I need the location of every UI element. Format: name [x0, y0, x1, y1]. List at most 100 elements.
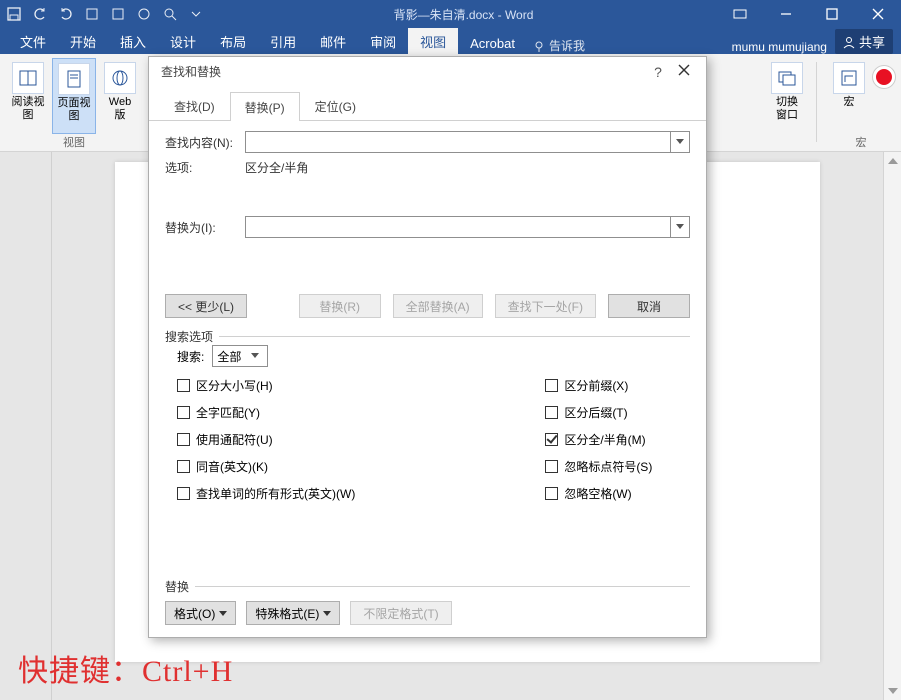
tab-review[interactable]: 审阅 [358, 28, 408, 54]
print-layout-button[interactable]: 页面视图 [52, 58, 96, 134]
read-mode-icon [12, 62, 44, 94]
search-direction-label: 搜索: [177, 348, 204, 365]
check-match-prefix[interactable]: 区分前缀(X) [545, 377, 652, 394]
document-title: 背影—朱自清.docx - Word [210, 6, 717, 23]
tab-layout[interactable]: 布局 [208, 28, 258, 54]
dialog-help-button[interactable]: ? [646, 64, 670, 80]
dialog-close-button[interactable] [670, 63, 698, 80]
search-options-legend: 搜索选项 [165, 328, 219, 345]
less-button[interactable]: << 更少(L) [165, 294, 247, 318]
switch-windows-label: 切换窗口 [772, 96, 802, 122]
web-layout-button[interactable]: Web 版 [98, 58, 142, 134]
web-layout-icon [104, 62, 136, 94]
check-ignore-whitespace[interactable]: 忽略空格(W) [545, 485, 652, 502]
ribbon-tabs: 文件 开始 插入 设计 布局 引用 邮件 审阅 视图 Acrobat 告诉我 m… [0, 28, 901, 54]
group-label-views: 视图 [63, 134, 85, 152]
tab-home[interactable]: 开始 [58, 28, 108, 54]
replace-format-legend: 替换 [165, 578, 195, 595]
tell-me[interactable]: 告诉我 [533, 37, 585, 54]
switch-windows-icon [771, 62, 803, 94]
maximize-button[interactable] [809, 0, 855, 28]
qat-icon-5[interactable] [110, 6, 126, 22]
ribbon-group-views: 阅读视图 页面视图 Web 版 视图 [6, 58, 142, 152]
macros-icon [833, 62, 865, 94]
search-direction-value: 全部 [217, 348, 241, 365]
window-buttons [717, 0, 901, 28]
check-match-suffix[interactable]: 区分后缀(T) [545, 404, 652, 421]
replace-dropdown-button[interactable] [670, 216, 690, 238]
print-layout-icon [58, 63, 90, 95]
find-replace-dialog: 查找和替换 ? 查找(D) 替换(P) 定位(G) 查找内容(N): 选项: 区… [148, 56, 707, 638]
user-name[interactable]: mumu mumujiang [732, 40, 827, 54]
replace-format-group: 替换 格式(O) 特殊格式(E) 不限定格式(T) [165, 586, 690, 625]
group-label-macros: 宏 [856, 134, 867, 152]
share-label: 共享 [859, 32, 885, 51]
check-sounds-like[interactable]: 同音(英文)(K) [177, 458, 355, 475]
minimize-button[interactable] [763, 0, 809, 28]
chevron-down-icon [247, 353, 263, 359]
title-bar: 背影—朱自清.docx - Word [0, 0, 901, 28]
special-button[interactable]: 特殊格式(E) [246, 601, 340, 625]
macros-button[interactable]: 宏 [827, 58, 871, 134]
check-match-case[interactable]: 区分大小写(H) [177, 377, 355, 394]
shortcut-annotation: 快捷键：Ctrl+H [18, 646, 233, 690]
ribbon-display-icon[interactable] [717, 0, 763, 28]
replace-label: 替换为(I): [165, 219, 235, 236]
search-direction-select[interactable]: 全部 [212, 345, 268, 367]
qat-more-icon[interactable] [188, 6, 204, 22]
dialog-tab-find[interactable]: 查找(D) [159, 91, 230, 120]
tab-references[interactable]: 引用 [258, 28, 308, 54]
switch-windows-button[interactable]: 切换窗口 [768, 58, 806, 152]
read-mode-button[interactable]: 阅读视图 [6, 58, 50, 134]
find-label: 查找内容(N): [165, 134, 235, 151]
share-button[interactable]: 共享 [835, 29, 893, 54]
no-formatting-button: 不限定格式(T) [350, 601, 451, 625]
tab-acrobat[interactable]: Acrobat [458, 32, 527, 54]
qat-icon-4[interactable] [84, 6, 100, 22]
tell-me-label: 告诉我 [549, 37, 585, 54]
save-icon[interactable] [6, 6, 22, 22]
options-label: 选项: [165, 159, 235, 176]
redo-icon[interactable] [58, 6, 74, 22]
dialog-tab-goto[interactable]: 定位(G) [300, 91, 371, 120]
undo-icon[interactable] [32, 6, 48, 22]
find-combo [245, 131, 690, 153]
left-gutter [0, 152, 52, 700]
find-input[interactable] [245, 131, 670, 153]
dialog-tabs: 查找(D) 替换(P) 定位(G) [149, 87, 706, 121]
cancel-button[interactable]: 取消 [608, 294, 690, 318]
qat-icon-7[interactable] [162, 6, 178, 22]
scroll-down-icon[interactable] [884, 682, 901, 700]
check-all-word-forms[interactable]: 查找单词的所有形式(英文)(W) [177, 485, 355, 502]
dialog-titlebar[interactable]: 查找和替换 ? [149, 57, 706, 87]
options-value: 区分全/半角 [245, 159, 308, 176]
web-layout-label: Web 版 [102, 96, 138, 122]
check-whole-word[interactable]: 全字匹配(Y) [177, 404, 355, 421]
close-button[interactable] [855, 0, 901, 28]
quick-access-toolbar [0, 6, 210, 22]
check-wildcards[interactable]: 使用通配符(U) [177, 431, 355, 448]
record-macro-icon[interactable] [873, 66, 895, 88]
format-button[interactable]: 格式(O) [165, 601, 236, 625]
find-dropdown-button[interactable] [670, 131, 690, 153]
scroll-up-icon[interactable] [884, 152, 901, 170]
vertical-scrollbar[interactable] [883, 152, 901, 700]
check-ignore-punctuation[interactable]: 忽略标点符号(S) [545, 458, 652, 475]
dialog-title: 查找和替换 [157, 63, 646, 80]
macros-label: 宏 [844, 96, 855, 109]
qat-icon-6[interactable] [136, 6, 152, 22]
ribbon-group-macros: 宏 宏 [827, 58, 895, 152]
dialog-tab-replace[interactable]: 替换(P) [230, 92, 300, 121]
replace-combo [245, 216, 690, 238]
check-full-half-width[interactable]: 区分全/半角(M) [545, 431, 652, 448]
tab-mailings[interactable]: 邮件 [308, 28, 358, 54]
caret-down-icon [323, 611, 331, 616]
tab-insert[interactable]: 插入 [108, 28, 158, 54]
person-icon [843, 36, 855, 48]
find-next-button: 查找下一处(F) [495, 294, 596, 318]
tab-view[interactable]: 视图 [408, 28, 458, 54]
replace-button: 替换(R) [299, 294, 381, 318]
tab-design[interactable]: 设计 [158, 28, 208, 54]
tab-file[interactable]: 文件 [8, 28, 58, 54]
replace-input[interactable] [245, 216, 670, 238]
